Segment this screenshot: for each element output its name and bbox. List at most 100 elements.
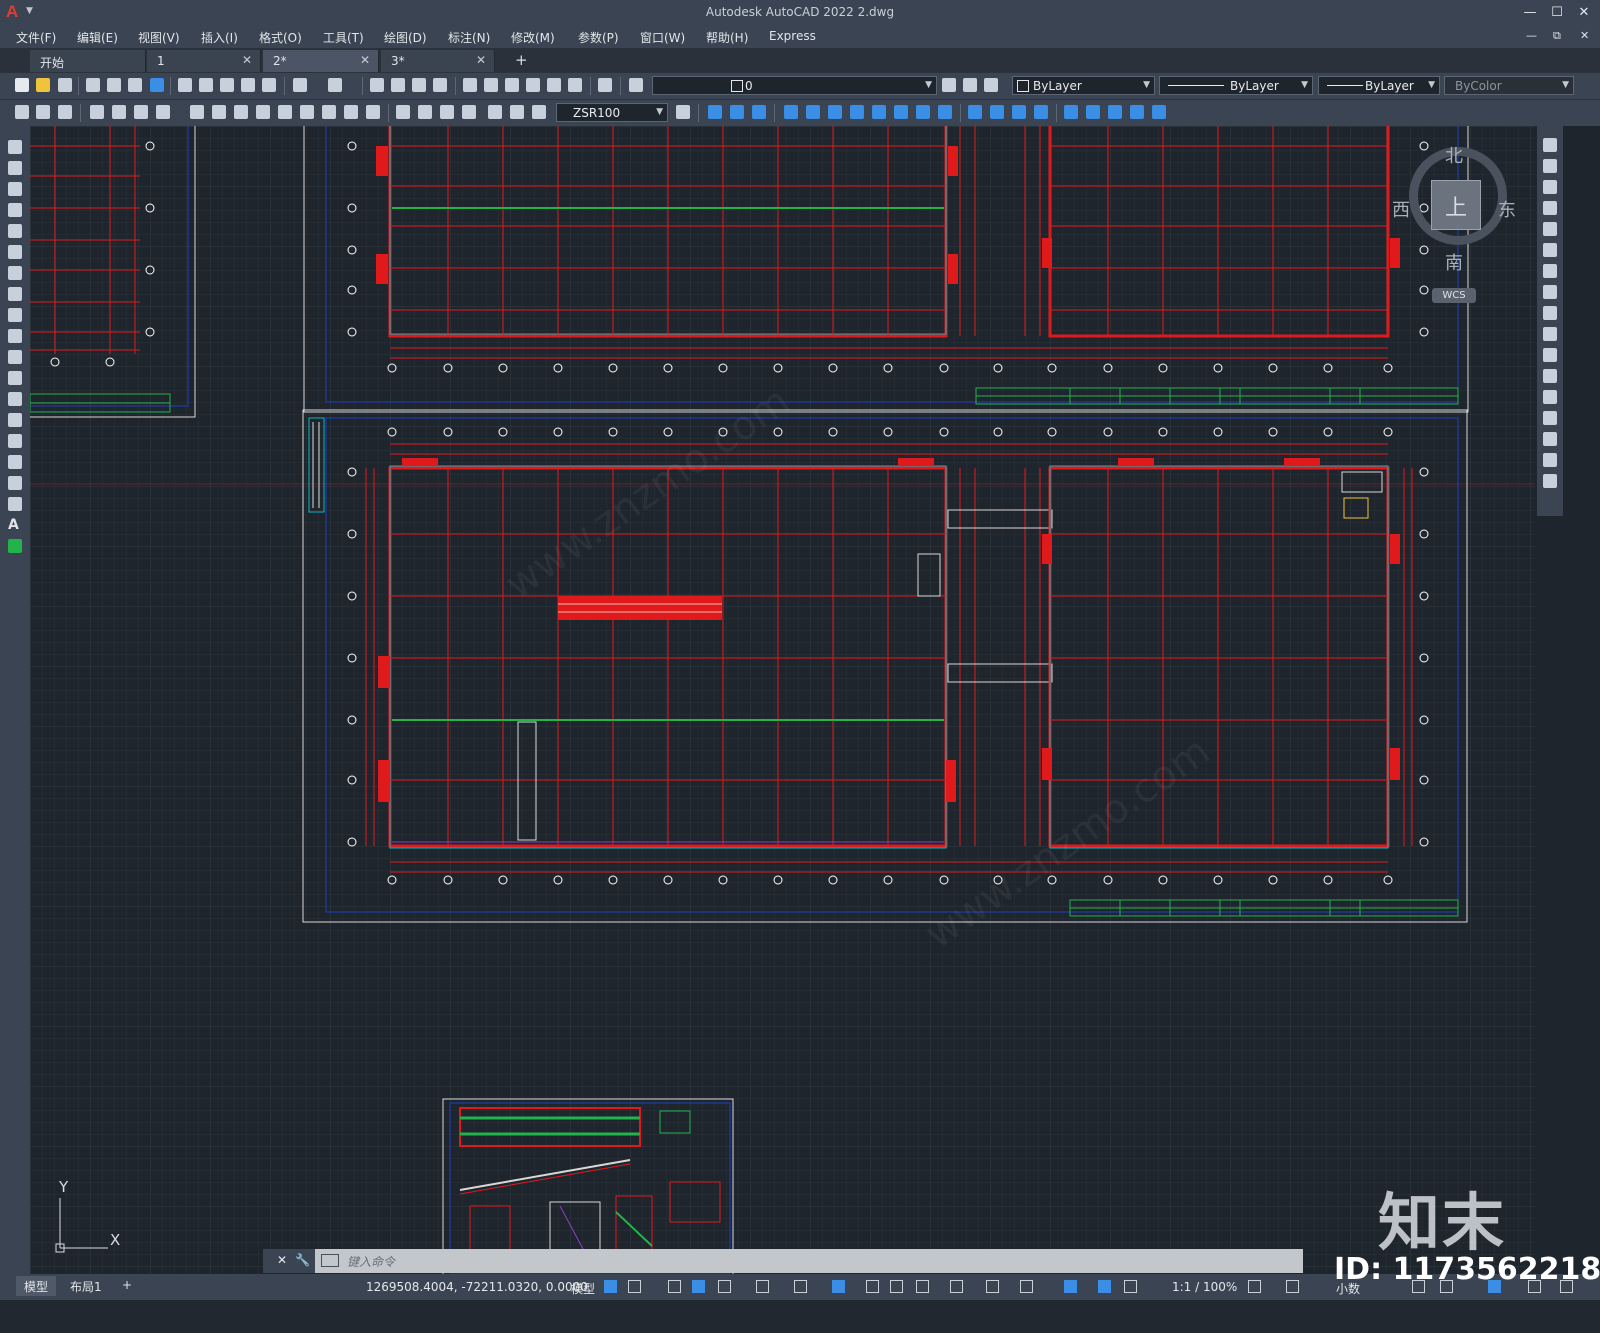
layer-state-icon[interactable] (984, 78, 998, 92)
design-center-icon[interactable] (484, 78, 498, 92)
erase-icon[interactable] (1543, 138, 1557, 152)
center-mark-icon[interactable] (344, 105, 358, 119)
orbit-icon[interactable] (894, 105, 908, 119)
copy-object-icon[interactable] (1543, 159, 1557, 173)
dim-baseline-icon[interactable] (234, 105, 248, 119)
wcs-menu-button[interactable]: WCS (1432, 288, 1476, 303)
open-icon[interactable] (36, 78, 50, 92)
dim-text-edit-icon[interactable] (418, 105, 432, 119)
inspection-icon[interactable] (366, 105, 380, 119)
mtext-icon[interactable]: A (8, 518, 22, 532)
dim-continue-icon[interactable] (256, 105, 270, 119)
dim-space-icon[interactable] (278, 105, 292, 119)
3d-osnap-icon[interactable] (916, 1280, 929, 1293)
annotation-monitor-icon[interactable] (1286, 1280, 1299, 1293)
hatch-icon[interactable] (8, 434, 22, 448)
fillet-icon[interactable] (1543, 432, 1557, 446)
viewcube-top-face[interactable]: 上 (1431, 180, 1481, 230)
view-front-icon[interactable] (708, 105, 722, 119)
shaded-icon[interactable] (1012, 105, 1026, 119)
model-space-toggle[interactable]: 模型 (571, 1280, 595, 1297)
chamfer-icon[interactable] (1543, 411, 1557, 425)
grid-icon[interactable] (604, 1280, 617, 1293)
view-se-icon[interactable] (828, 105, 842, 119)
point-icon[interactable] (8, 413, 22, 427)
help-icon[interactable] (598, 78, 612, 92)
visual-style-3d-icon[interactable] (938, 105, 952, 119)
construction-line-icon[interactable] (8, 161, 22, 175)
conceptual-icon[interactable] (990, 105, 1004, 119)
dim-radius-icon[interactable] (112, 105, 126, 119)
close-tab-icon[interactable]: ✕ (242, 53, 252, 67)
menu-draw[interactable]: 绘图(D) (384, 29, 427, 46)
dim-jogged-icon[interactable] (134, 105, 148, 119)
add-selected-icon[interactable] (8, 539, 22, 553)
break-icon[interactable] (1543, 369, 1557, 383)
ucs-icon[interactable] (1064, 105, 1078, 119)
layer-dropdown[interactable]: 0 ▼ (652, 76, 937, 95)
circle-icon[interactable] (8, 266, 22, 280)
ortho-icon[interactable] (668, 1280, 681, 1293)
minimize-button[interactable]: — (1520, 3, 1540, 23)
compass-east[interactable]: 东 (1498, 196, 1516, 222)
dim-update-icon[interactable] (440, 105, 454, 119)
recent-commands-icon[interactable] (321, 1254, 339, 1267)
ucs-world-icon[interactable] (1086, 105, 1100, 119)
rotate-icon[interactable] (1543, 264, 1557, 278)
publish-icon[interactable] (128, 78, 142, 92)
annotation-scale-icon[interactable] (1124, 1280, 1137, 1293)
extend-icon[interactable] (1543, 348, 1557, 362)
plot-icon[interactable] (86, 78, 100, 92)
quickcalc-icon[interactable] (568, 78, 582, 92)
undo-icon[interactable] (293, 78, 307, 92)
menu-tools[interactable]: 工具(T) (323, 29, 364, 46)
close-tab-icon[interactable]: ✕ (360, 53, 370, 67)
dim-edit-icon[interactable] (396, 105, 410, 119)
tolerance-icon[interactable] (322, 105, 336, 119)
ellipse-arc-icon[interactable] (8, 350, 22, 364)
isodraft-icon[interactable] (718, 1280, 731, 1293)
menu-format[interactable]: 格式(O) (259, 29, 302, 46)
close-command-icon[interactable]: ✕ (277, 1253, 287, 1267)
drawing-canvas[interactable]: Y X (30, 126, 1535, 1274)
blend-icon[interactable] (1543, 453, 1557, 467)
pan-icon[interactable] (370, 78, 384, 92)
close-tab-icon[interactable]: ✕ (476, 53, 486, 67)
ucs-previous-icon[interactable] (1108, 105, 1122, 119)
object-track-icon[interactable] (756, 1280, 769, 1293)
menu-view[interactable]: 视图(V) (138, 29, 180, 46)
customize-wrench-icon[interactable]: 🔧 (295, 1253, 310, 1267)
sheet-set-icon[interactable] (526, 78, 540, 92)
gradient-icon[interactable] (8, 455, 22, 469)
zoom-previous-icon[interactable] (433, 78, 447, 92)
move-icon[interactable] (1543, 243, 1557, 257)
ucs-object-icon[interactable] (1152, 105, 1166, 119)
tab-start[interactable]: 开始 (30, 50, 146, 72)
lineweight-toggle-icon[interactable] (832, 1280, 845, 1293)
view-back-icon[interactable] (730, 105, 744, 119)
new-tab-button[interactable]: + (515, 51, 528, 69)
doc-restore-button[interactable]: ⧉ (1553, 29, 1561, 43)
make-current-layer-icon[interactable] (942, 78, 956, 92)
transparency-icon[interactable] (866, 1280, 879, 1293)
trim-icon[interactable] (1543, 327, 1557, 341)
block-editor-icon[interactable] (262, 78, 276, 92)
dim-aligned-icon[interactable] (36, 105, 50, 119)
layer-properties-icon[interactable] (629, 78, 643, 92)
menu-insert[interactable]: 插入(I) (201, 29, 238, 46)
table-icon[interactable] (8, 497, 22, 511)
command-line-grip[interactable]: ✕ 🔧 (263, 1249, 315, 1273)
linetype-dropdown[interactable]: ByLayer ▼ (1159, 76, 1313, 95)
lineweight-dropdown[interactable]: ByLayer ▼ (1318, 76, 1440, 95)
command-line[interactable]: ✕ 🔧 键入命令 (263, 1249, 1303, 1273)
snap-icon[interactable] (628, 1280, 641, 1293)
quick-dim-icon[interactable] (212, 105, 226, 119)
compass-south[interactable]: 南 (1445, 249, 1463, 275)
plot-preview-icon[interactable] (107, 78, 121, 92)
tool-palettes-icon[interactable] (505, 78, 519, 92)
dim-angular-icon[interactable] (190, 105, 204, 119)
paste-icon[interactable] (220, 78, 234, 92)
menu-file[interactable]: 文件(F) (16, 29, 56, 46)
dim-reassoc-icon[interactable] (510, 105, 524, 119)
ellipse-icon[interactable] (8, 329, 22, 343)
